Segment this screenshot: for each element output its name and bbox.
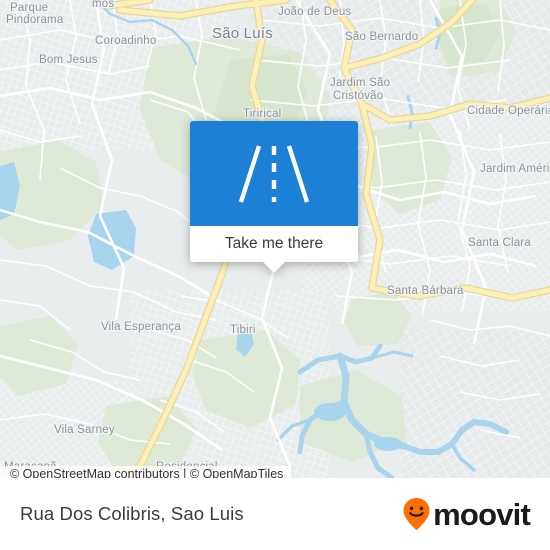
- take-me-there-label: Take me there: [224, 235, 324, 252]
- screenshot-root: Parque Pindorama mos São Luís João de Deus Sã…: [0, 0, 550, 550]
- destination-popup[interactable]: Take me there: [190, 121, 358, 273]
- popup-pointer-tail: [263, 262, 285, 273]
- map-pin-icon: [403, 498, 430, 530]
- map-attribution[interactable]: © OpenStreetMap contributors | © OpenMap…: [0, 466, 292, 478]
- location-title: Rua Dos Colibris, Sao Luis: [20, 503, 244, 524]
- road-icon: [238, 144, 310, 203]
- footer-bar: Rua Dos Colibris, Sao Luis moovit: [0, 478, 550, 550]
- brand-wordmark: moovit: [433, 496, 531, 532]
- moovit-logo[interactable]: moovit: [402, 496, 531, 532]
- popup-action-bar[interactable]: Take me there: [190, 226, 358, 262]
- popup-image-header: [190, 121, 358, 226]
